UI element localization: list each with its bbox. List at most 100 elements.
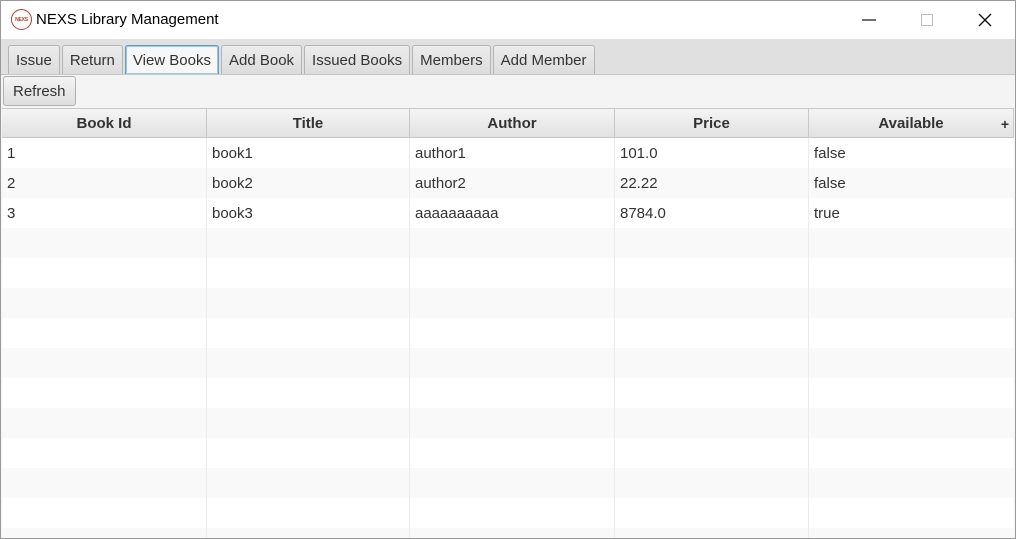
minimize-icon: [862, 19, 876, 21]
empty-cell: [615, 378, 809, 408]
empty-cell: [207, 318, 410, 348]
empty-cell: [2, 528, 207, 538]
empty-cell: [615, 528, 809, 538]
cell-author: author2: [410, 168, 615, 198]
empty-cell: [615, 258, 809, 288]
cell-book-id: 1: [2, 138, 207, 168]
empty-cell: [410, 378, 615, 408]
maximize-icon: [921, 14, 933, 26]
maximize-button[interactable]: [898, 1, 956, 39]
tab-bar: Issue Return View Books Add Book Issued …: [1, 39, 1015, 75]
empty-cell: [615, 228, 809, 258]
app-logo-text: NEXS: [15, 16, 28, 23]
empty-cell: [809, 378, 1014, 408]
empty-cell: [207, 378, 410, 408]
empty-table-row: [2, 288, 1014, 318]
column-header-author[interactable]: Author: [410, 109, 615, 138]
empty-cell: [809, 438, 1014, 468]
empty-cell: [809, 348, 1014, 378]
tab-view-books[interactable]: View Books: [124, 45, 219, 74]
empty-cell: [410, 468, 615, 498]
empty-cell: [615, 468, 809, 498]
cell-book-id: 2: [2, 168, 207, 198]
empty-cell: [2, 408, 207, 438]
empty-cell: [615, 348, 809, 378]
column-header-book-id[interactable]: Book Id: [2, 109, 207, 138]
tab-add-member[interactable]: Add Member: [492, 45, 595, 74]
column-menu-button[interactable]: +: [998, 109, 1012, 138]
empty-cell: [809, 468, 1014, 498]
books-table[interactable]: Book Id Title Author Price Available + 1…: [2, 108, 1014, 538]
empty-cell: [2, 318, 207, 348]
column-header-title[interactable]: Title: [207, 109, 410, 138]
empty-cell: [809, 258, 1014, 288]
empty-cell: [410, 438, 615, 468]
cell-price: 101.0: [615, 138, 809, 168]
cell-title: book1: [207, 138, 410, 168]
empty-cell: [2, 288, 207, 318]
empty-cell: [207, 228, 410, 258]
title-bar[interactable]: NEXS NEXS Library Management: [1, 1, 1015, 39]
app-logo-icon: NEXS: [11, 9, 32, 30]
empty-cell: [809, 408, 1014, 438]
cell-title: book2: [207, 168, 410, 198]
close-button[interactable]: [956, 1, 1014, 39]
empty-table-row: [2, 258, 1014, 288]
empty-cell: [410, 318, 615, 348]
empty-table-row: [2, 468, 1014, 498]
empty-cell: [809, 228, 1014, 258]
close-icon: [978, 13, 992, 27]
empty-cell: [615, 438, 809, 468]
empty-cell: [615, 318, 809, 348]
toolbar: Refresh: [1, 75, 1015, 107]
cell-available: false: [814, 174, 846, 192]
empty-cell: [809, 318, 1014, 348]
empty-cell: [615, 498, 809, 528]
empty-table-row: [2, 348, 1014, 378]
empty-cell: [207, 288, 410, 318]
cell-book-id: 3: [2, 198, 207, 228]
cell-price: 8784.0: [615, 198, 809, 228]
app-window: NEXS NEXS Library Management Issue Retur…: [0, 0, 1016, 539]
empty-cell: [809, 288, 1014, 318]
tab-issued-books[interactable]: Issued Books: [304, 45, 411, 74]
empty-cell: [2, 438, 207, 468]
tab-issue[interactable]: Issue: [8, 45, 60, 74]
refresh-button[interactable]: Refresh: [3, 76, 76, 106]
empty-cell: [410, 528, 615, 538]
empty-cell: [410, 288, 615, 318]
empty-table-row: [2, 228, 1014, 258]
empty-table-row: [2, 408, 1014, 438]
empty-cell: [2, 258, 207, 288]
empty-table-row: [2, 318, 1014, 348]
empty-cell: [207, 438, 410, 468]
empty-cell: [207, 498, 410, 528]
empty-cell: [809, 528, 1014, 538]
tab-return[interactable]: Return: [61, 45, 123, 74]
cell-available: false: [814, 144, 846, 162]
empty-cell: [410, 498, 615, 528]
empty-cell: [207, 528, 410, 538]
table-row[interactable]: 3 book3 aaaaaaaaaa 8784.0 true: [2, 198, 1014, 228]
cell-price: 22.22: [615, 168, 809, 198]
empty-cell: [207, 468, 410, 498]
empty-table-row: [2, 438, 1014, 468]
cell-title: book3: [207, 198, 410, 228]
empty-table-row: [2, 378, 1014, 408]
tab-add-book[interactable]: Add Book: [221, 45, 303, 74]
empty-cell: [2, 348, 207, 378]
empty-table-row: [2, 528, 1014, 538]
column-header-price[interactable]: Price: [615, 109, 809, 138]
cell-author: author1: [410, 138, 615, 168]
empty-cell: [809, 498, 1014, 528]
table-row[interactable]: 1 book1 author1 101.0 false: [2, 138, 1014, 168]
minimize-button[interactable]: [840, 1, 898, 39]
column-header-available[interactable]: Available: [809, 109, 1014, 138]
tab-members[interactable]: Members: [412, 45, 491, 74]
empty-cell: [207, 258, 410, 288]
empty-cell: [615, 408, 809, 438]
table-row[interactable]: 2 book2 author2 22.22 false: [2, 168, 1014, 198]
cell-available: true: [814, 204, 840, 222]
tab-list: Issue Return View Books Add Book Issued …: [8, 45, 595, 74]
empty-cell: [615, 288, 809, 318]
